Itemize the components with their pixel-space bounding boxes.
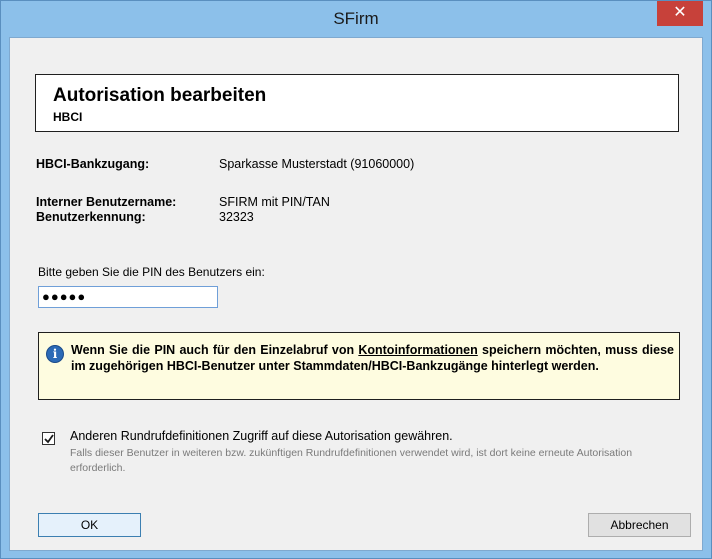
benutzername-value: SFIRM mit PIN/TAN: [219, 195, 330, 209]
rundruf-access-checkbox[interactable]: [42, 432, 55, 445]
benutzername-label: Interner Benutzername:: [36, 195, 177, 209]
cancel-button[interactable]: Abbrechen: [588, 513, 691, 537]
info-box: i Wenn Sie die PIN auch für den Einzelab…: [38, 332, 680, 400]
header-panel: Autorisation bearbeiten HBCI: [35, 74, 679, 132]
close-icon: ✕: [673, 4, 687, 21]
title-bar[interactable]: SFirm ✕: [1, 1, 711, 37]
info-text-part1: Wenn Sie die PIN auch für den Einzelabru…: [71, 343, 359, 357]
close-button[interactable]: ✕: [657, 1, 703, 26]
pin-input[interactable]: ●●●●●: [38, 286, 218, 308]
ok-button[interactable]: OK: [38, 513, 141, 537]
pin-prompt-label: Bitte geben Sie die PIN des Benutzers ei…: [38, 265, 265, 279]
rundruf-access-hint: Falls dieser Benutzer in weiteren bzw. z…: [70, 447, 633, 474]
kontoinformationen-link[interactable]: Kontoinformationen: [358, 343, 477, 357]
dialog-window: SFirm ✕ Autorisation bearbeiten HBCI HBC…: [0, 0, 712, 559]
page-title: Autorisation bearbeiten: [53, 85, 267, 106]
bankzugang-label: HBCI-Bankzugang:: [36, 157, 150, 171]
checkmark-icon: [44, 434, 54, 444]
benutzerkennung-label: Benutzerkennung:: [36, 210, 146, 224]
dialog-body: Autorisation bearbeiten HBCI HBCI-Bankzu…: [9, 37, 703, 551]
page-subtitle: HBCI: [53, 110, 83, 124]
bankzugang-value: Sparkasse Musterstadt (91060000): [219, 157, 415, 171]
info-text: Wenn Sie die PIN auch für den Einzelabru…: [71, 342, 674, 374]
window-title: SFirm: [333, 9, 379, 28]
rundruf-access-label[interactable]: Anderen Rundrufdefinitionen Zugriff auf …: [70, 429, 453, 443]
info-icon: i: [46, 345, 64, 363]
benutzerkennung-value: 32323: [219, 210, 254, 224]
